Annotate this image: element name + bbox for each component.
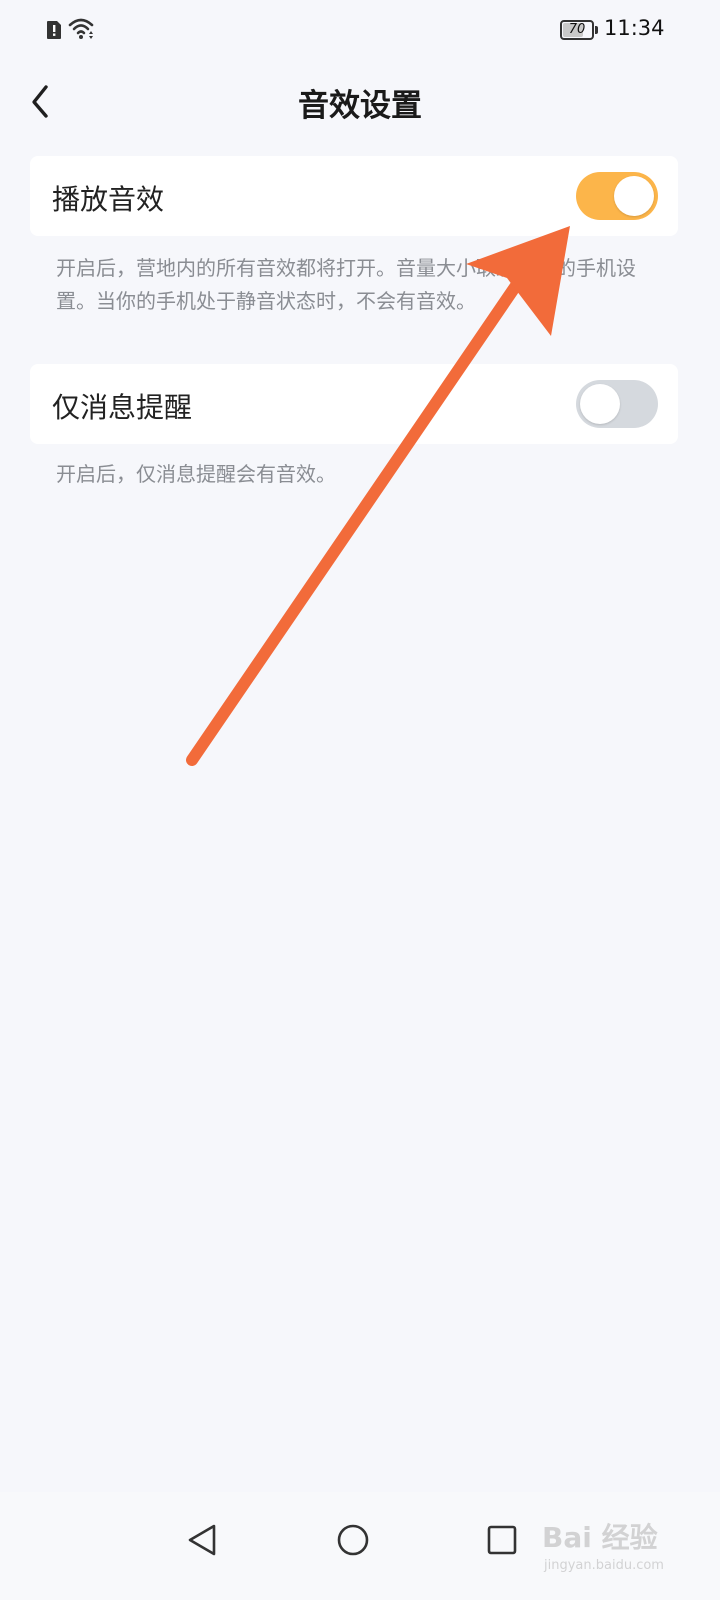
setting-description: 开启后，仅消息提醒会有音效。	[56, 462, 336, 486]
setting-description: 开启后，营地内的所有音效都将打开。音量大小取决于你的手机设置。当你的手机处于静音…	[56, 256, 636, 313]
nav-recents-button[interactable]	[472, 1510, 532, 1570]
setting-row-play-sound: 播放音效	[30, 156, 678, 236]
home-circle-icon	[337, 1524, 369, 1556]
setting-row-message-only: 仅消息提醒	[30, 364, 678, 444]
header: 音效设置	[0, 70, 720, 130]
watermark-text: Bai 经验	[542, 1521, 658, 1554]
clock: 11:34	[604, 16, 665, 40]
page-title: 音效设置	[298, 88, 422, 124]
alert-icon	[47, 21, 61, 39]
back-triangle-icon	[188, 1524, 216, 1556]
watermark: Bai 经验 jingyan.baidu.com	[540, 1514, 710, 1584]
watermark-url: jingyan.baidu.com	[544, 1558, 664, 1573]
wifi-icon	[68, 18, 94, 39]
message-only-toggle[interactable]	[576, 380, 658, 428]
battery-level: 70	[568, 22, 586, 37]
status-bar: 70 11:34	[0, 0, 720, 60]
recents-square-icon	[487, 1525, 517, 1555]
toggle-knob	[580, 384, 620, 424]
setting-label: 播放音效	[52, 183, 165, 216]
battery-cap	[595, 26, 598, 34]
setting-label: 仅消息提醒	[52, 391, 193, 424]
play-sound-toggle[interactable]	[576, 172, 658, 220]
nav-home-button[interactable]	[323, 1510, 383, 1570]
annotation-arrow	[186, 226, 570, 766]
nav-back-button[interactable]	[172, 1510, 232, 1570]
toggle-knob	[614, 176, 654, 216]
